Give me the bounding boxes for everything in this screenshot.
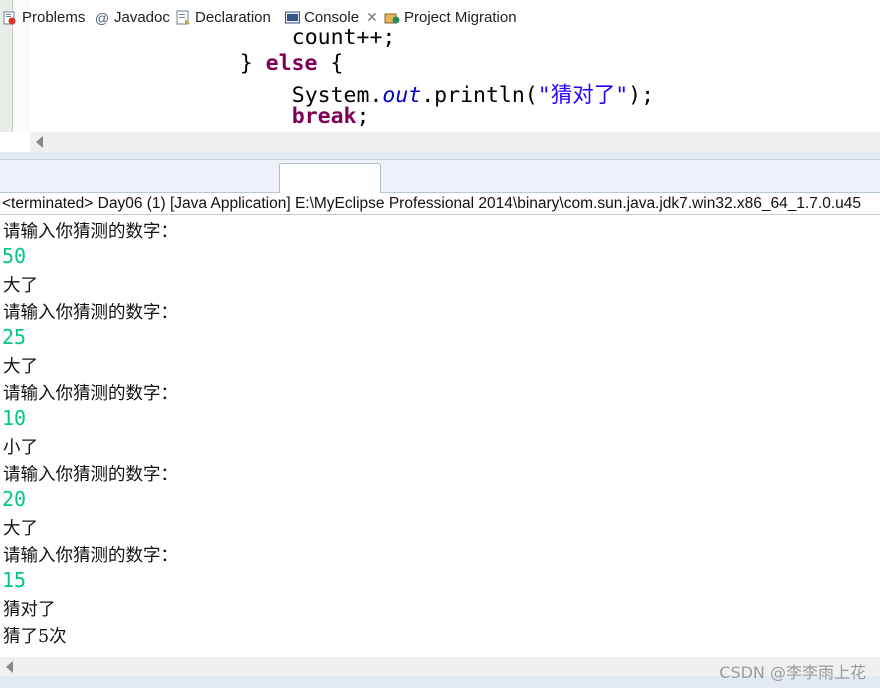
tab-label: Declaration (195, 9, 271, 26)
tab-declaration[interactable]: Declaration (175, 4, 271, 31)
keyword: break (291, 104, 357, 129)
console-output-line: 猜对了 (3, 600, 56, 620)
code-line[interactable]: break; (240, 79, 370, 132)
console-view[interactable]: <terminated> Day06 (1) [Java Application… (0, 193, 880, 656)
console-output-line: 大了 (3, 276, 38, 296)
console-input-line: 50 (2, 244, 27, 268)
console-icon (284, 10, 300, 26)
console-output-line: 请输入你猜测的数字： (3, 384, 178, 404)
string-quote: " (537, 83, 551, 108)
console-input-line: 10 (2, 406, 27, 430)
declaration-icon (175, 10, 191, 26)
console-status-header: <terminated> Day06 (1) [Java Application… (2, 195, 862, 212)
code-text: .println( (421, 83, 538, 108)
console-output-line: 大了 (3, 519, 38, 539)
watermark: CSDN @李李雨上花 (719, 663, 866, 682)
problems-icon (2, 10, 18, 26)
console-output-line: 请输入你猜测的数字： (3, 222, 178, 242)
tab-javadoc[interactable]: @ Javadoc (94, 4, 170, 31)
view-tab-bar (0, 160, 880, 193)
close-icon[interactable]: ✕ (366, 9, 378, 26)
tab-label: Console (304, 9, 360, 26)
code-text: ); (628, 83, 655, 108)
active-tab-background (279, 163, 381, 193)
tab-problems[interactable]: Problems (2, 4, 85, 31)
editor-horizontal-scrollbar[interactable] (30, 132, 880, 152)
console-output-line: 请输入你猜测的数字： (3, 303, 178, 323)
console-header-divider (0, 214, 880, 215)
console-input-line: 25 (2, 325, 27, 349)
tab-label: Project Migration (404, 9, 517, 26)
code-text: ; (356, 104, 370, 129)
tab-label: Javadoc (114, 9, 170, 26)
migration-icon (384, 10, 400, 26)
console-output-line: 请输入你猜测的数字： (3, 465, 178, 485)
static-field: out (382, 83, 422, 108)
code-line[interactable]: } (188, 106, 253, 132)
at-sign-icon: @ (94, 9, 110, 26)
scroll-left-icon[interactable] (6, 661, 13, 673)
console-output-line: 请输入你猜测的数字： (3, 546, 178, 566)
console-output-line: 大了 (3, 357, 38, 377)
string-literal: 猜对了 (550, 83, 616, 108)
console-input-line: 15 (2, 568, 27, 592)
scroll-left-icon[interactable] (36, 136, 43, 148)
tab-label: Problems (22, 9, 86, 26)
console-output-line: 小了 (3, 438, 38, 458)
pane-separator[interactable] (0, 152, 880, 160)
console-output-line: 猜了5次 (3, 627, 67, 647)
console-input-line: 20 (2, 487, 27, 511)
string-quote: " (615, 83, 629, 108)
tab-project-migration[interactable]: Project Migration (384, 4, 517, 31)
tab-console[interactable]: Console ✕ (284, 4, 378, 31)
